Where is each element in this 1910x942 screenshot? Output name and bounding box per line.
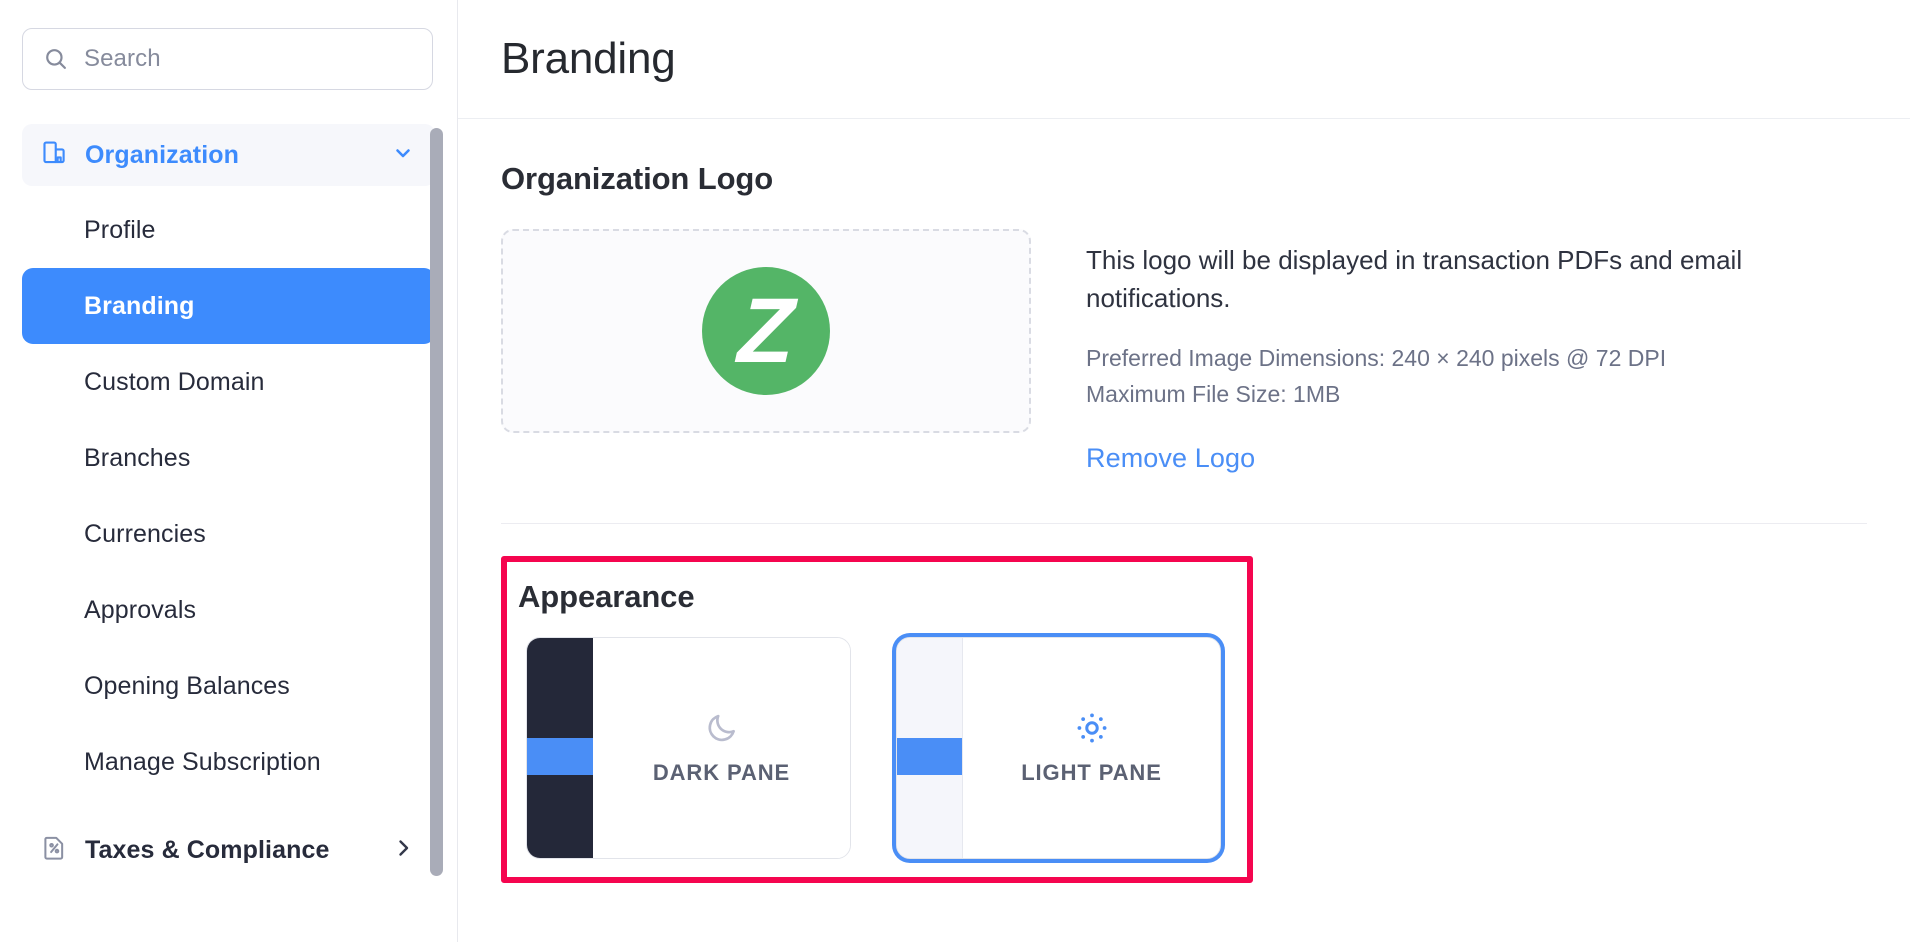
chevron-right-icon[interactable]	[391, 836, 415, 865]
appearance-heading: Appearance	[518, 578, 695, 614]
light-pane-preview-rail	[897, 637, 963, 858]
main-header: Branding	[458, 0, 1910, 119]
appearance-section: Appearance DARK PANE LIGHT PANE	[501, 555, 1253, 883]
logo-info: This logo will be displayed in transacti…	[1086, 229, 1786, 474]
dark-pane-preview-rail	[527, 637, 593, 858]
sidebar-item-profile[interactable]: Profile	[22, 192, 435, 268]
moon-icon	[705, 710, 739, 746]
sidebar-item-label: Branding	[84, 291, 195, 320]
search-container	[0, 0, 457, 90]
sidebar-item-label: Profile	[84, 215, 156, 244]
organization-logo-section: Organization Logo Z This logo will be di…	[458, 119, 1910, 474]
sidebar-item-label: Branches	[84, 443, 191, 472]
sidebar-group-organization[interactable]: Organization	[22, 124, 435, 186]
theme-option-dark-pane[interactable]: DARK PANE	[526, 636, 851, 859]
light-pane-label: LIGHT PANE	[1021, 759, 1162, 785]
search-box[interactable]	[22, 28, 433, 90]
sun-icon	[1074, 710, 1110, 746]
tax-document-icon	[41, 834, 68, 866]
theme-option-light-pane[interactable]: LIGHT PANE	[896, 636, 1221, 859]
organization-logo-heading: Organization Logo	[501, 161, 774, 196]
sidebar-item-label: Manage Subscription	[84, 747, 321, 776]
sidebar-item-branches[interactable]: Branches	[22, 420, 435, 496]
sidebar-section-label: Taxes & Compliance	[85, 835, 330, 864]
main-content: Branding Organization Logo Z This logo w…	[458, 0, 1910, 942]
sidebar-item-currencies[interactable]: Currencies	[22, 496, 435, 572]
sidebar-scrollbar-thumb[interactable]	[430, 128, 443, 876]
logo-upload-dropzone[interactable]: Z	[501, 229, 1031, 433]
sidebar-item-approvals[interactable]: Approvals	[22, 572, 435, 648]
organization-logo-image: Z	[702, 267, 830, 395]
logo-row: Z This logo will be displayed in transac…	[501, 229, 1867, 474]
dark-pane-accent-band	[527, 737, 593, 776]
dark-pane-label: DARK PANE	[652, 759, 791, 785]
preferred-dimensions-text: Preferred Image Dimensions: 240 × 240 pi…	[1086, 344, 1667, 371]
organization-icon	[41, 139, 68, 171]
appearance-inner: Appearance DARK PANE LIGHT PANE	[501, 556, 1253, 883]
sidebar-group-label: Organization	[85, 140, 239, 169]
sidebar-item-label: Custom Domain	[84, 367, 265, 396]
sidebar-scrollbar[interactable]	[430, 0, 443, 942]
theme-options: DARK PANE LIGHT PANE	[518, 636, 1229, 859]
sidebar-item-custom-domain[interactable]: Custom Domain	[22, 344, 435, 420]
sidebar-item-label: Approvals	[84, 595, 197, 624]
sidebar-section-taxes-compliance[interactable]: Taxes & Compliance	[22, 812, 435, 888]
sidebar-item-branding[interactable]: Branding	[22, 268, 435, 344]
sidebar-item-label: Currencies	[84, 519, 206, 548]
logo-requirements: Preferred Image Dimensions: 240 × 240 pi…	[1086, 340, 1786, 413]
chevron-down-icon[interactable]	[391, 141, 415, 170]
sidebar-item-label: Opening Balances	[84, 671, 290, 700]
light-pane-accent-band	[897, 737, 962, 776]
max-file-size-text: Maximum File Size: 1MB	[1086, 381, 1341, 408]
dark-pane-card-body: DARK PANE	[593, 637, 850, 858]
sidebar: Organization Profile Branding Custom Dom…	[0, 0, 458, 942]
light-pane-card-body: LIGHT PANE	[963, 637, 1220, 858]
logo-letter: Z	[736, 280, 796, 382]
app-root: Organization Profile Branding Custom Dom…	[0, 0, 1910, 942]
search-input[interactable]	[84, 45, 412, 73]
sidebar-item-list: Profile Branding Custom Domain Branches …	[22, 192, 435, 800]
section-divider	[501, 522, 1867, 524]
sidebar-item-manage-subscription[interactable]: Manage Subscription	[22, 724, 435, 800]
sidebar-nav: Organization Profile Branding Custom Dom…	[0, 124, 457, 888]
remove-logo-link[interactable]: Remove Logo	[1086, 443, 1255, 474]
logo-description: This logo will be displayed in transacti…	[1086, 245, 1743, 314]
search-icon	[43, 46, 69, 72]
sidebar-item-opening-balances[interactable]: Opening Balances	[22, 648, 435, 724]
page-title: Branding	[501, 34, 676, 83]
